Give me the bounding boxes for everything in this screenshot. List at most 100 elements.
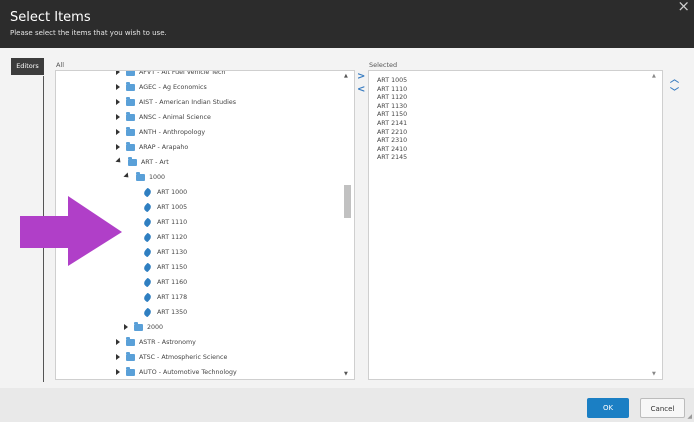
item-icon (142, 247, 153, 257)
scroll-up-icon[interactable]: ▲ (344, 73, 348, 79)
move-up-icon[interactable]: ︿ (670, 72, 679, 85)
scroll-thumb[interactable] (344, 185, 351, 218)
tree-leaf-item[interactable]: ART 1160 (142, 275, 188, 289)
caret-right-icon[interactable] (116, 114, 120, 120)
item-icon (142, 277, 153, 287)
folder-icon (128, 156, 137, 166)
resize-grip-icon[interactable]: ◢ (687, 413, 692, 420)
scroll-down-icon[interactable]: ▼ (652, 371, 656, 377)
folder-icon (126, 366, 135, 376)
tree-folder-item[interactable]: AUTO - Automotive Technology (116, 365, 237, 379)
ok-button[interactable]: OK (587, 398, 629, 418)
caret-right-icon[interactable] (124, 324, 128, 330)
folder-icon (126, 111, 135, 121)
cancel-button[interactable]: Cancel (640, 398, 685, 418)
tree-item-label: ART 1160 (157, 278, 188, 286)
tree-item-label: AUTO - Automotive Technology (139, 368, 237, 376)
tree-item-label: ART 1350 (157, 308, 188, 316)
selected-item[interactable]: ART 2410 (377, 146, 407, 155)
tree-scrollbar[interactable]: ▲ ▼ (343, 73, 352, 377)
selected-item[interactable]: ART 2145 (377, 154, 407, 163)
tree-leaf-item[interactable]: ART 1005 (142, 200, 187, 214)
tree-item-label: AGEC - Ag Economics (139, 83, 207, 91)
tree-leaf-item[interactable]: ART 1000 (142, 185, 188, 199)
tree-item-label: ART 1178 (157, 293, 188, 301)
folder-icon (126, 141, 135, 151)
selected-item[interactable]: ART 1150 (377, 111, 407, 120)
caret-right-icon[interactable] (116, 339, 120, 345)
caret-down-icon[interactable] (115, 157, 123, 165)
tree-leaf-item[interactable]: ART 1130 (142, 245, 188, 259)
tree-folder-item[interactable]: AFVT - Alt Fuel Vehicle Tech (116, 71, 225, 79)
tree-leaf-item[interactable]: ART 1110 (142, 215, 188, 229)
tree-folder-item[interactable]: ANTH - Anthropology (116, 125, 205, 139)
dialog-title: Select Items (10, 10, 91, 25)
tree-item-label: ART 1130 (157, 248, 188, 256)
selected-item[interactable]: ART 1110 (377, 86, 407, 95)
caret-right-icon[interactable] (116, 71, 120, 75)
folder-icon (126, 71, 135, 76)
move-down-icon[interactable]: ﹀ (670, 85, 679, 98)
caret-right-icon[interactable] (116, 354, 120, 360)
caret-right-icon[interactable] (116, 369, 120, 375)
selected-item[interactable]: ART 2210 (377, 129, 407, 138)
caret-right-icon[interactable] (116, 144, 120, 150)
scroll-down-icon[interactable]: ▼ (344, 371, 348, 377)
selected-scrollbar[interactable]: ▲ ▼ (651, 73, 660, 377)
folder-icon (126, 336, 135, 346)
selected-item[interactable]: ART 2141 (377, 120, 407, 129)
selected-item[interactable]: ART 1120 (377, 94, 407, 103)
scroll-up-icon[interactable]: ▲ (652, 73, 656, 79)
dialog-subtitle: Please select the items that you wish to… (10, 29, 167, 37)
dialog-header: Select Items Please select the items tha… (0, 0, 694, 48)
tree-folder-item[interactable]: ARAP - Arapaho (116, 140, 188, 154)
caret-right-icon[interactable] (116, 99, 120, 105)
folder-icon (126, 81, 135, 91)
tree-item-label: AIST - American Indian Studies (139, 98, 237, 106)
tree-folder-item[interactable]: ANSC - Animal Science (116, 110, 211, 124)
tree-leaf-item[interactable]: ART 1150 (142, 260, 188, 274)
tree-item-label: ART 1120 (157, 233, 188, 241)
item-icon (142, 307, 153, 317)
item-icon (142, 292, 153, 302)
caret-down-icon[interactable] (123, 172, 131, 180)
selected-panel: ART 1005 ART 1110 ART 1120 ART 1130 ART 1150… (368, 70, 663, 380)
tree-item-label: ART - Art (141, 158, 169, 166)
tree-leaf-item[interactable]: ART 1178 (142, 290, 188, 304)
selected-item[interactable]: ART 2310 (377, 137, 407, 146)
tree-item-label: ANSC - Animal Science (139, 113, 211, 121)
all-panel-label: All (56, 61, 65, 69)
tree-item-label: ART 1000 (157, 188, 188, 196)
tree-item-label: ASTR - Astronomy (139, 338, 196, 346)
tree-item-label: ART 1150 (157, 263, 188, 271)
selected-panel-label: Selected (369, 61, 398, 69)
remove-arrow-icon[interactable]: < (357, 84, 365, 95)
selected-item[interactable]: ART 1130 (377, 103, 407, 112)
tree-item-label: ATSC - Atmospheric Science (139, 353, 228, 361)
tree-folder-item[interactable]: ASTR - Astronomy (116, 335, 196, 349)
selected-item[interactable]: ART 1005 (377, 77, 407, 86)
tree-folder-item[interactable]: AIST - American Indian Studies (116, 95, 236, 109)
close-icon[interactable]: × (677, 0, 690, 15)
tree-item-label: ART 1110 (157, 218, 188, 226)
folder-icon (126, 126, 135, 136)
tree-folder-item[interactable]: 1000 (123, 170, 166, 184)
annotation-arrow-icon (20, 196, 122, 266)
selected-list: ART 1005 ART 1110 ART 1120 ART 1130 ART 1150… (377, 77, 407, 163)
tree-item-label: 1000 (149, 173, 166, 181)
item-icon (142, 217, 153, 227)
tree-leaf-item[interactable]: ART 1120 (142, 230, 188, 244)
tree-folder-item[interactable]: AGEC - Ag Economics (116, 80, 207, 94)
tree-leaf-item[interactable]: ART 1350 (142, 305, 188, 319)
item-icon (142, 202, 153, 212)
caret-right-icon[interactable] (116, 84, 120, 90)
caret-right-icon[interactable] (116, 129, 120, 135)
sidebar-tab-editors[interactable]: Editors (11, 58, 44, 75)
tree-item-label: ARAP - Arapaho (139, 143, 189, 151)
tree-item-label: ANTH - Anthropology (139, 128, 206, 136)
folder-icon (136, 171, 145, 181)
tree-folder-item[interactable]: ATSC - Atmospheric Science (116, 350, 227, 364)
add-arrow-icon[interactable]: > (357, 71, 365, 82)
tree-folder-item[interactable]: ART - Art (115, 155, 169, 169)
tree-folder-item[interactable]: 2000 (124, 320, 163, 334)
